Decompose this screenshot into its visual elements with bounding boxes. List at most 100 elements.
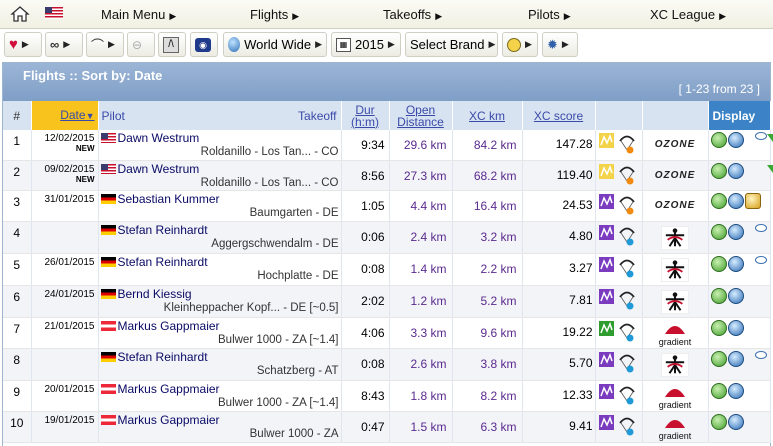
takeoff-link[interactable]: Roldanillo - Los Tan... - CO [101,176,341,190]
home-icon[interactable] [10,5,30,23]
flight-details-icon[interactable] [710,382,727,399]
menu-main[interactable]: Main Menu ▶ [101,7,176,22]
flight-type-icon[interactable] [598,133,614,148]
table-row[interactable]: 7 21/01/2015 Markus Gappmaier Bulwer 1000 -… [3,317,771,349]
pilot-link[interactable]: Sebastian Kummer [118,192,220,206]
pilot-link[interactable]: Markus Gappmaier [118,382,220,396]
col-takeoff[interactable]: Takeoff [298,110,336,122]
flight-type-icon[interactable] [598,351,614,367]
google-earth-icon[interactable] [727,255,744,272]
flight-type-icon[interactable] [598,194,614,210]
brand-select[interactable]: Select Brand ▶ [405,32,498,57]
flight-type-icon[interactable] [598,163,614,179]
duration: 1:05 [341,190,390,222]
pilot-link[interactable]: Markus Gappmaier [118,413,220,427]
favorites-button[interactable]: ♥ ▶ [4,32,42,57]
comment-icon[interactable] [754,350,767,359]
clubs-button[interactable]: ▶ [502,32,538,57]
google-earth-icon[interactable] [727,350,744,367]
flight-details-icon[interactable] [710,223,727,240]
menu-xc-league[interactable]: XC League ▶ [650,7,726,22]
flight-details-icon[interactable] [710,193,727,210]
menu-takeoffs[interactable]: Takeoffs ▶ [383,7,442,22]
flight-details-icon[interactable] [710,287,727,304]
table-row[interactable]: 5 26/01/2015 Stefan Reinhardt Hochplatte - … [3,253,771,286]
pilot-link[interactable]: Bernd Kiessig [118,287,192,301]
flight-type-icon[interactable] [598,256,614,272]
pilot-link[interactable]: Stefan Reinhardt [118,223,208,237]
pilot-link[interactable]: Stefan Reinhardt [118,350,208,364]
table-row[interactable]: 9 20/01/2015 Markus Gappmaier Bulwer 1000 -… [3,380,771,412]
open-distance: 2.6 km [389,348,453,381]
col-xc-score[interactable]: XC score [522,101,596,130]
settings-button[interactable]: ✹ ▶ [542,32,578,57]
binoculars-button[interactable]: ∞ ▶ [45,32,83,57]
flight-type-icon[interactable] [598,320,614,336]
table-row[interactable]: 8 Stefan Reinhardt Schatzberg - AT 0:08 2.6 … [3,348,771,381]
comment-icon[interactable] [754,255,767,264]
camera-button[interactable]: ◉ [190,32,218,57]
google-earth-icon[interactable] [727,287,744,304]
col-pilot[interactable]: Pilot [102,110,125,122]
google-earth-icon[interactable] [727,382,744,399]
pilot-link[interactable]: Dawn Westrum [118,162,200,176]
takeoff-link[interactable]: Bulwer 1000 - ZA [~1.4] [101,333,341,347]
arrow-icon: ▶ [21,39,29,49]
table-row[interactable]: 3 31/01/2015 Sebastian Kummer Baumgarten - … [3,190,771,222]
comment-icon[interactable] [754,132,767,140]
flight-details-icon[interactable] [710,319,727,336]
flight-date: 09/02/2015 NEW [31,160,99,192]
takeoff-link[interactable]: Hochplatte - DE [101,269,341,283]
pilot-link[interactable]: Markus Gappmaier [118,319,220,333]
google-earth-icon[interactable] [727,193,744,210]
glider-type-button[interactable]: ⌒ ▶ [86,32,124,57]
flight-details-icon[interactable] [710,413,727,430]
google-earth-icon[interactable] [727,223,744,240]
paraglider-icon [618,166,635,185]
flight-type-icon[interactable] [598,224,614,240]
camera-icon[interactable] [744,193,761,210]
pilot-cell: Dawn Westrum Roldanillo - Los Tan... - CO [98,130,342,161]
flight-details-icon[interactable] [710,255,727,272]
flight-details-icon[interactable] [710,162,727,179]
google-earth-icon[interactable] [727,132,744,148]
menu-flights[interactable]: Flights ▶ [250,7,299,22]
col-xc-km[interactable]: XC km [452,101,523,130]
result-count: [ 1-23 from 23 ] [678,82,760,96]
flight-details-icon[interactable] [710,132,727,148]
flight-type-icon[interactable] [598,288,614,304]
table-row[interactable]: 6 24/01/2015 Bernd Kiessig Kleinheppacher K… [3,285,771,318]
google-earth-icon[interactable] [727,319,744,336]
flight-type-icon[interactable] [598,414,614,430]
col-duration[interactable]: Dur (h:m) [341,101,390,130]
table-row[interactable]: 2 09/02/2015 NEW Dawn Westrum Roldanillo - L… [3,160,773,192]
col-open-distance[interactable]: Open Distance [389,101,453,130]
category-button[interactable]: ⊖ [127,32,155,57]
pilot-link[interactable]: Dawn Westrum [118,131,200,145]
takeoff-link[interactable]: Aggergschwendalm - DE [101,237,341,251]
arrow-icon: ▶ [63,39,71,49]
takeoff-link[interactable]: Bulwer 1000 - ZA [~1.4] [101,396,341,410]
region-select[interactable]: World Wide ▶ [223,32,327,57]
us-flag-icon[interactable] [45,7,63,19]
xc-km: 3.2 km [452,221,523,254]
google-earth-icon[interactable] [727,162,744,179]
comment-icon[interactable] [754,223,767,232]
brand-cell: gradient [642,317,709,349]
chart-button[interactable]: /\ [158,32,186,57]
takeoff-link[interactable]: Baumgarten - DE [101,206,341,220]
takeoff-link[interactable]: Kleinheppacher Kopf... - DE [~0.5] [101,301,341,315]
col-date[interactable]: Date▼ [31,101,99,130]
table-row[interactable]: 4 Stefan Reinhardt Aggergschwendalm - DE 0:… [3,221,771,254]
takeoff-link[interactable]: Bulwer 1000 - ZA [101,427,341,441]
table-row[interactable]: 1 12/02/2015 NEW Dawn Westrum Roldanillo - L… [3,130,773,161]
takeoff-link[interactable]: Roldanillo - Los Tan... - CO [101,145,341,159]
pilot-link[interactable]: Stefan Reinhardt [118,255,208,269]
table-row[interactable]: 10 19/01/2015 Markus Gappmaier Bulwer 1000 … [3,411,771,443]
menu-pilots[interactable]: Pilots ▶ [528,7,571,22]
google-earth-icon[interactable] [727,413,744,430]
year-select[interactable]: ▦ 2015 ▶ [331,32,401,57]
takeoff-link[interactable]: Schatzberg - AT [101,364,341,378]
flight-details-icon[interactable] [710,350,727,367]
flight-type-icon[interactable] [598,383,614,399]
